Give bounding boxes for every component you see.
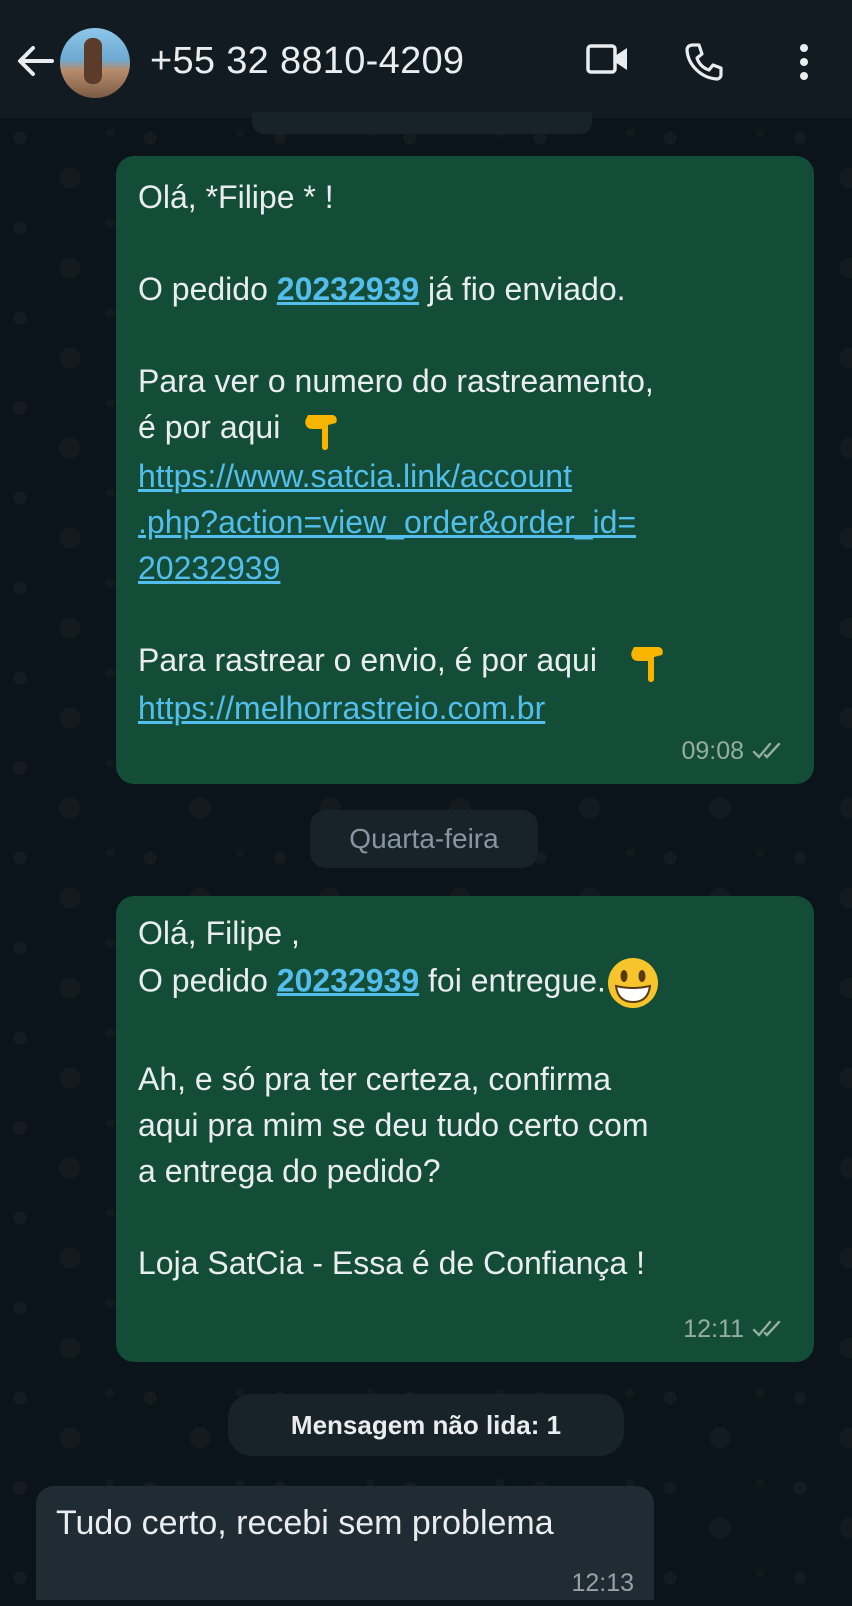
message-greeting: Olá, *Filipe * ! xyxy=(138,179,334,215)
more-options-icon[interactable] xyxy=(796,42,812,82)
message-greeting: Olá, Filipe , xyxy=(138,915,300,951)
double-check-icon xyxy=(752,742,781,759)
incoming-message[interactable]: Tudo certo, recebi sem problema 12:13 xyxy=(36,1486,654,1600)
tracking-link-cont[interactable]: .php?action=view_order&order_id= xyxy=(138,499,670,545)
voice-call-icon[interactable] xyxy=(684,42,724,82)
pointing-down-emoji-icon xyxy=(630,647,663,683)
date-divider: Quarta-feira xyxy=(310,810,538,868)
message-meta: 12:13 xyxy=(571,1560,634,1606)
tracking-link-cont-2[interactable]: 20232939 xyxy=(138,545,670,591)
video-call-icon[interactable] xyxy=(586,42,630,76)
tracking-line: Para ver o numero do rastreamento, xyxy=(138,363,654,399)
message-signature: Loja SatCia - Essa é de Confiança ! xyxy=(138,1245,645,1281)
tracking-line-2: é por aqui xyxy=(138,404,670,453)
message-meta: 09:08 xyxy=(681,728,784,774)
order-number-link[interactable]: 20232939 xyxy=(277,962,419,998)
contact-name[interactable]: +55 32 8810-4209 xyxy=(150,40,464,83)
tracking-link[interactable]: https://www.satcia.link/account xyxy=(138,453,670,499)
message-line: aqui pra mim se deu tudo certo com xyxy=(138,1107,649,1143)
unread-divider: Mensagem não lida: 1 xyxy=(228,1394,624,1456)
message-time: 12:11 xyxy=(683,1315,744,1343)
back-arrow-icon[interactable] xyxy=(16,44,54,78)
message-text: Tudo certo, recebi sem problema xyxy=(56,1504,554,1542)
order-line: O pedido 20232939 foi entregue. xyxy=(138,956,660,1010)
order-number-link[interactable]: 20232939 xyxy=(277,271,419,307)
outgoing-message[interactable]: Olá, Filipe , O pedido 20232939 foi entr… xyxy=(116,896,814,1362)
hidden-system-pill xyxy=(252,112,592,134)
ship-line: Para rastrear o envio, é por aqui xyxy=(138,637,670,686)
order-line: O pedido 20232939 já fio enviado. xyxy=(138,271,626,307)
message-line: a entrega do pedido? xyxy=(138,1153,441,1189)
double-check-icon xyxy=(752,1320,781,1337)
message-time: 09:08 xyxy=(681,737,744,765)
contact-avatar[interactable] xyxy=(60,28,130,98)
pointing-down-emoji-icon xyxy=(305,414,337,450)
grinning-face-emoji-icon xyxy=(607,958,658,1008)
message-line: Ah, e só pra ter certeza, confirma xyxy=(138,1061,612,1097)
chat-header: +55 32 8810-4209 xyxy=(0,0,852,118)
message-meta: 12:11 xyxy=(683,1306,784,1352)
melhorrastreio-link[interactable]: https://melhorrastreio.com.br xyxy=(138,685,670,731)
message-time: 12:13 xyxy=(571,1569,634,1597)
outgoing-message[interactable]: Olá, *Filipe * ! O pedido 20232939 já fi… xyxy=(116,156,814,784)
